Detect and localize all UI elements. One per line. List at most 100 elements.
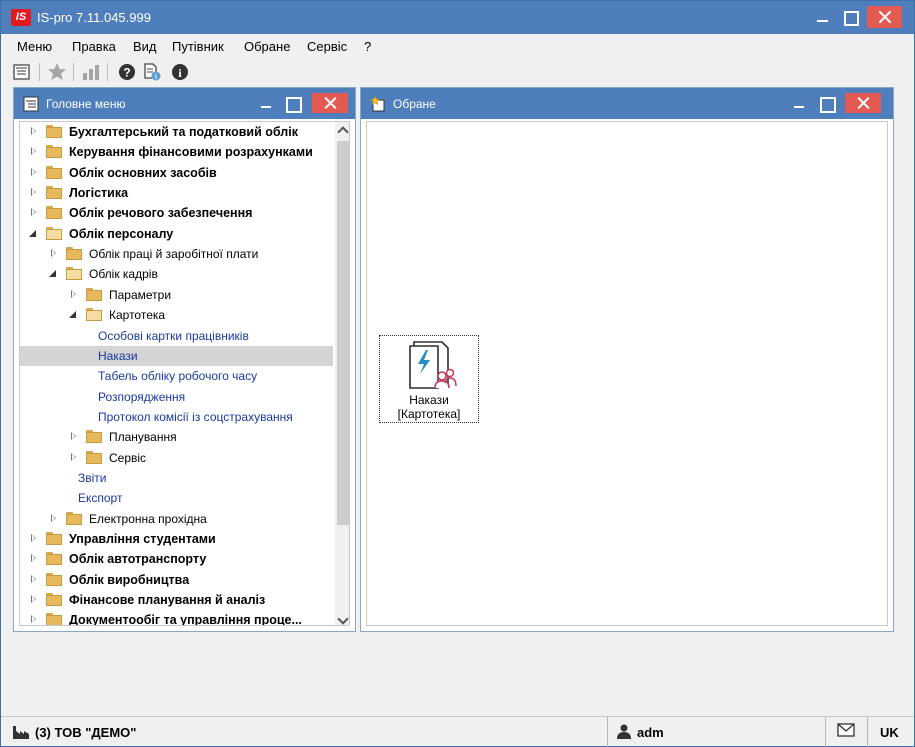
minimize-button[interactable] xyxy=(809,6,837,28)
tree-row[interactable]: Облік автотранспорту xyxy=(20,549,333,569)
expand-arrow-icon[interactable] xyxy=(28,207,38,217)
tree-row[interactable]: Облік речового забезпечення xyxy=(20,203,333,223)
tree-row[interactable]: Картотека xyxy=(20,305,333,325)
tree-menu-icon xyxy=(23,96,39,112)
menu-item-view[interactable]: Вид xyxy=(133,39,157,54)
open-folder-icon xyxy=(86,308,102,322)
tree-row[interactable]: Табель обліку робочого часу xyxy=(20,366,333,386)
favorite-item-title: Накази xyxy=(409,393,449,407)
orders-document-icon xyxy=(408,340,458,390)
main-menu-close-button[interactable] xyxy=(312,93,348,113)
collapse-arrow-icon[interactable] xyxy=(68,309,78,319)
tree-row[interactable]: Особові картки працівників xyxy=(20,326,333,346)
menu-item-service[interactable]: Сервіс xyxy=(307,39,347,54)
expand-arrow-icon[interactable] xyxy=(28,146,38,156)
tree-row[interactable]: Параметри xyxy=(20,285,333,305)
tree-row[interactable]: Управління студентами xyxy=(20,529,333,549)
expand-arrow-icon[interactable] xyxy=(28,614,38,624)
favorites-minimize-button[interactable] xyxy=(789,93,809,113)
tree-row[interactable]: Планування xyxy=(20,427,333,447)
tree-row[interactable]: Облік виробництва xyxy=(20,570,333,590)
tree-row[interactable]: Облік кадрів xyxy=(20,264,333,284)
close-button[interactable] xyxy=(867,6,902,28)
scroll-thumb[interactable] xyxy=(337,141,349,525)
tree-item-label: Облік кадрів xyxy=(89,267,158,282)
maximize-button[interactable] xyxy=(836,6,864,28)
tree-row[interactable]: Облік персоналу xyxy=(20,224,333,244)
menu-item-menu[interactable]: Меню xyxy=(17,39,52,54)
menu-item-help[interactable]: ? xyxy=(364,39,371,54)
scroll-up-button[interactable] xyxy=(335,122,349,139)
main-menu-minimize-button[interactable] xyxy=(256,93,276,113)
tree-row[interactable]: Експорт xyxy=(20,488,333,508)
title-bar[interactable]: IS IS-pro 7.11.045.999 xyxy=(1,1,914,34)
tree-item-label: Управління студентами xyxy=(69,532,216,546)
favorites-maximize-button[interactable] xyxy=(816,93,836,113)
tree-row[interactable]: Документообіг та управління проце... xyxy=(20,610,333,626)
tree-row[interactable]: Протокол комісії із соцстрахування xyxy=(20,407,333,427)
scroll-down-button[interactable] xyxy=(335,612,349,625)
folder-icon xyxy=(66,247,82,261)
main-menu-panel-header[interactable]: Головне меню xyxy=(14,88,355,119)
favorites-body: Накази [Картотека] xyxy=(366,121,888,626)
expand-arrow-icon[interactable] xyxy=(48,513,58,523)
mail-icon xyxy=(837,723,857,743)
expand-arrow-icon[interactable] xyxy=(28,574,38,584)
menu-item-favorites[interactable]: Обране xyxy=(244,39,290,54)
document-info-icon[interactable]: i xyxy=(142,62,162,82)
window-list-icon[interactable] xyxy=(12,62,32,82)
folder-icon xyxy=(46,125,62,138)
user-name: adm xyxy=(637,725,664,740)
expand-arrow-icon[interactable] xyxy=(28,187,38,197)
main-menu-panel-title: Головне меню xyxy=(46,97,126,111)
tree-row[interactable]: Фінансове планування й аналіз xyxy=(20,590,333,610)
tree-item-label: Сервіс xyxy=(109,450,147,465)
favorite-item-orders[interactable]: Накази [Картотека] xyxy=(379,335,479,423)
tree-row[interactable]: Розпорядження xyxy=(20,387,333,407)
favorites-panel-header[interactable]: Обране xyxy=(361,88,893,119)
menu-item-navigator[interactable]: Путівник xyxy=(172,39,224,54)
language-cell[interactable]: UK xyxy=(867,717,914,747)
tree-item-label: Картотека xyxy=(109,308,166,323)
info-icon[interactable]: i xyxy=(170,62,190,82)
folder-icon xyxy=(86,450,102,464)
open-folder-icon xyxy=(46,226,62,240)
tree-row[interactable]: Накази xyxy=(20,345,333,366)
help-icon[interactable]: ? xyxy=(117,62,137,82)
mail-cell[interactable] xyxy=(825,717,867,747)
menu-item-edit[interactable]: Правка xyxy=(72,39,116,54)
tree-row[interactable]: Звіти xyxy=(20,468,333,488)
tree-row[interactable]: Бухгалтерський та податковий облік xyxy=(20,122,333,142)
user-cell: adm xyxy=(607,717,825,747)
expand-arrow-icon[interactable] xyxy=(28,126,38,136)
tree-row[interactable]: Облік праці й заробітної плати xyxy=(20,244,333,264)
folder-icon xyxy=(86,430,102,444)
tree-item-label: Документообіг та управління проце... xyxy=(69,613,302,626)
tree-scrollbar[interactable] xyxy=(335,122,349,625)
expand-arrow-icon[interactable] xyxy=(28,533,38,543)
toolbar-separator xyxy=(107,63,108,81)
expand-arrow-icon[interactable] xyxy=(28,167,38,177)
tree-item-label: Бухгалтерський та податковий облік xyxy=(69,125,298,139)
expand-arrow-icon[interactable] xyxy=(28,553,38,563)
chart-icon[interactable] xyxy=(81,62,101,82)
expand-arrow-icon[interactable] xyxy=(68,431,78,441)
expand-arrow-icon[interactable] xyxy=(28,594,38,604)
tree-row[interactable]: Логістика xyxy=(20,183,333,203)
tree-row[interactable]: Сервіс xyxy=(20,448,333,468)
expand-arrow-icon[interactable] xyxy=(48,248,58,258)
favorites-close-button[interactable] xyxy=(845,93,881,113)
tree-row[interactable]: Електронна прохідна xyxy=(20,509,333,529)
favorites-icon xyxy=(369,95,386,112)
collapse-arrow-icon[interactable] xyxy=(28,228,38,238)
tree-row[interactable]: Облік основних засобів xyxy=(20,163,333,183)
main-menu-maximize-button[interactable] xyxy=(282,93,302,113)
tree-item-label: Керування фінансовими розрахунками xyxy=(69,145,313,160)
collapse-arrow-icon[interactable] xyxy=(48,268,58,278)
folder-icon xyxy=(46,613,62,625)
expand-arrow-icon[interactable] xyxy=(68,289,78,299)
expand-arrow-icon[interactable] xyxy=(68,452,78,462)
star-icon[interactable] xyxy=(47,62,67,82)
tree-item-label: Накази xyxy=(98,348,138,363)
tree-row[interactable]: Керування фінансовими розрахунками xyxy=(20,142,333,162)
